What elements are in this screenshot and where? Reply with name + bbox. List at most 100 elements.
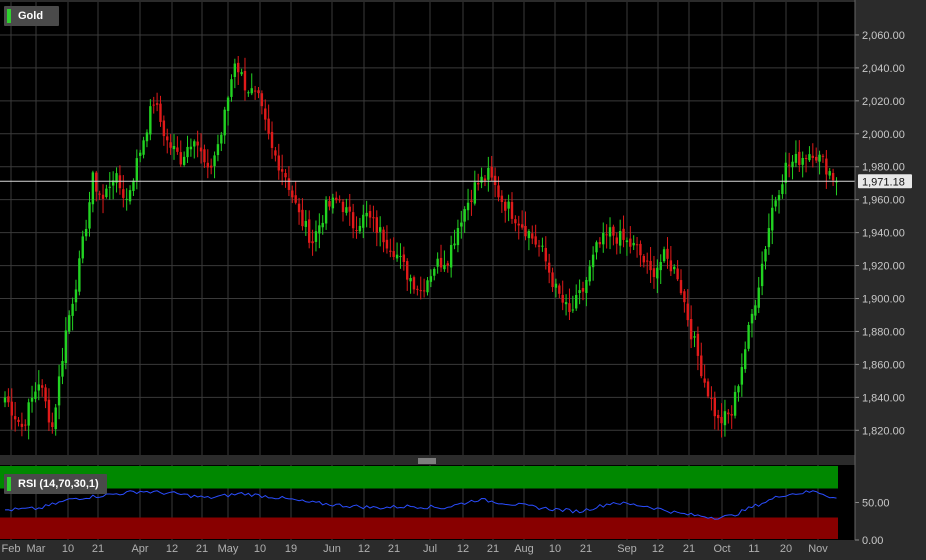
candle-down — [524, 225, 527, 237]
candle-up — [426, 280, 429, 293]
candle-up — [487, 167, 490, 180]
candle-up — [754, 305, 757, 316]
candle-down — [551, 272, 554, 288]
candle-down — [510, 202, 514, 219]
candle-down — [787, 164, 791, 166]
candle-up — [230, 79, 233, 97]
candle-down — [703, 378, 706, 383]
candle-down — [815, 156, 818, 161]
candle-down — [372, 217, 375, 219]
candle-up — [466, 202, 470, 211]
candle-down — [155, 103, 159, 105]
y-tick-label: 2,000.00 — [862, 129, 905, 141]
candle-up — [220, 134, 223, 144]
candle-down — [308, 219, 311, 243]
candle-up — [304, 220, 308, 227]
candle-up — [64, 330, 68, 364]
candle-up — [429, 276, 433, 282]
candle-up — [135, 158, 139, 181]
candle-down — [338, 199, 341, 201]
legend-color-swatch — [7, 9, 11, 23]
candle-down — [355, 230, 358, 232]
candle-up — [37, 384, 40, 391]
candle-up — [105, 188, 108, 197]
candle-up — [750, 313, 754, 324]
candle-up — [507, 201, 510, 209]
candle-down — [598, 242, 602, 245]
candle-up — [541, 245, 544, 247]
candle-down — [264, 108, 267, 120]
candle-up — [801, 157, 804, 165]
candle-up — [564, 302, 568, 305]
candle-up — [791, 161, 794, 168]
candle-down — [646, 260, 649, 262]
candle-down — [392, 251, 395, 257]
candle-up — [737, 386, 740, 393]
candle-up — [656, 267, 659, 279]
candle-up — [145, 132, 149, 142]
candle-down — [798, 151, 801, 166]
candle-down — [389, 250, 392, 252]
x-tick-label: Feb — [2, 543, 21, 555]
x-tick-label: 12 — [166, 543, 178, 555]
rsi-legend-label: RSI (14,70,30,1) — [18, 478, 99, 490]
candle-up — [618, 231, 622, 246]
candle-down — [490, 166, 493, 178]
x-tick-label: Apr — [131, 543, 148, 555]
candle-down — [804, 157, 808, 159]
candle-down — [176, 147, 179, 152]
y-tick-label: 1,920.00 — [862, 261, 905, 273]
candle-down — [720, 416, 723, 424]
candle-down — [821, 155, 825, 157]
candle-up — [78, 258, 81, 292]
candle-down — [13, 416, 17, 420]
candle-up — [591, 254, 595, 268]
candle-down — [825, 158, 828, 175]
candle-down — [581, 288, 585, 292]
candle-up — [314, 231, 318, 242]
candle-down — [196, 141, 199, 146]
candle-down — [477, 183, 480, 185]
candle-down — [497, 185, 500, 198]
candle-down — [500, 195, 504, 202]
rsi-legend[interactable]: RSI (14,70,30,1) — [4, 474, 107, 494]
price-plot-area — [0, 2, 855, 455]
candle-down — [406, 261, 409, 280]
candle-down — [439, 257, 443, 268]
candle-down — [335, 197, 338, 201]
last-price-label: 1,971.18 — [862, 176, 905, 188]
candle-down — [537, 245, 541, 247]
price-legend[interactable]: Gold — [4, 6, 59, 26]
x-tick-label: 21 — [487, 543, 499, 555]
candle-up — [632, 242, 635, 246]
candle-down — [700, 355, 703, 377]
candle-down — [679, 280, 683, 294]
candle-up — [659, 261, 662, 271]
candle-down — [294, 195, 297, 203]
candle-up — [57, 376, 61, 406]
candle-down — [710, 398, 713, 400]
candle-down — [517, 223, 520, 226]
candle-down — [118, 175, 122, 189]
candle-up — [240, 72, 243, 75]
candle-down — [652, 268, 656, 278]
candle-up — [84, 228, 88, 237]
candle-down — [291, 190, 294, 198]
candle-up — [189, 146, 193, 150]
x-tick-label: 21 — [196, 543, 208, 555]
y-tick-label: 1,960.00 — [862, 195, 905, 207]
candle-down — [270, 131, 274, 148]
candle-up — [764, 249, 767, 262]
candle-up — [578, 290, 581, 294]
candle-up — [362, 214, 365, 228]
candle-down — [311, 241, 314, 244]
candle-up — [760, 263, 764, 287]
candle-down — [635, 244, 639, 246]
candle-down — [534, 236, 537, 245]
candle-up — [585, 280, 588, 294]
candle-up — [453, 243, 456, 246]
candle-up — [68, 315, 71, 332]
candle-down — [98, 193, 101, 195]
candle-down — [351, 212, 355, 229]
x-tick-label: 21 — [580, 543, 592, 555]
